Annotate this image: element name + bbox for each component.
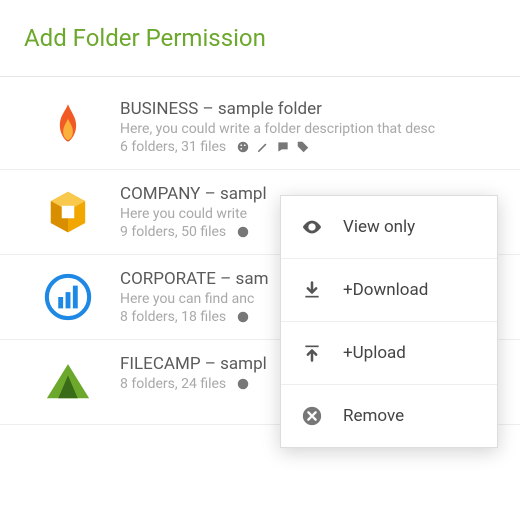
palette-icon: [236, 140, 250, 154]
download-icon: [301, 279, 323, 301]
menu-item-download[interactable]: +Download: [281, 259, 497, 322]
list-item[interactable]: BUSINESS – sample folder Here, you could…: [0, 85, 520, 170]
menu-label: +Download: [343, 280, 428, 300]
menu-item-remove[interactable]: Remove: [281, 385, 497, 447]
hex-c-icon: [40, 184, 96, 240]
menu-label: Remove: [343, 406, 404, 426]
menu-item-upload[interactable]: +Upload: [281, 322, 497, 385]
close-circle-icon: [301, 405, 323, 427]
menu-label: +Upload: [343, 343, 406, 363]
meta-icons: [236, 140, 310, 154]
bars-circle-icon: [40, 269, 96, 325]
folder-meta: 6 folders, 31 files: [120, 139, 496, 155]
meta-icons: [236, 310, 250, 324]
flame-icon: [40, 99, 96, 155]
palette-icon: [236, 225, 250, 239]
page-title: Add Folder Permission: [24, 24, 496, 52]
tent-icon: [40, 354, 96, 410]
menu-label: View only: [343, 217, 415, 237]
list-item-info: BUSINESS – sample folder Here, you could…: [120, 99, 496, 155]
palette-icon: [236, 310, 250, 324]
permission-menu: View only +Download +Upload Remove: [280, 195, 498, 448]
comment-icon: [276, 140, 290, 154]
folder-desc: Here, you could write a folder descripti…: [120, 121, 496, 137]
header: Add Folder Permission: [0, 0, 520, 68]
upload-icon: [301, 342, 323, 364]
tag-icon: [296, 140, 310, 154]
folder-name: BUSINESS – sample folder: [120, 99, 496, 119]
pencil-icon: [256, 140, 270, 154]
palette-icon: [236, 377, 250, 391]
meta-icons: [236, 225, 250, 239]
menu-item-view-only[interactable]: View only: [281, 196, 497, 259]
eye-icon: [301, 216, 323, 238]
meta-icons: [236, 377, 250, 391]
